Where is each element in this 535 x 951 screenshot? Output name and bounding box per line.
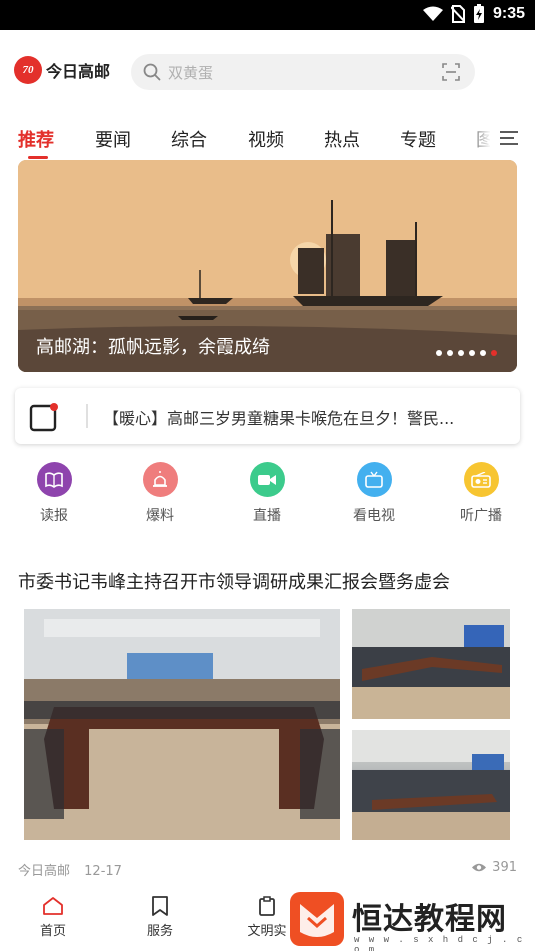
notice-text[interactable]: 【暖心】高邮三岁男童糖果卡喉危在旦夕！警民... <box>103 405 508 429</box>
notice-divider <box>86 404 88 428</box>
quick-entry-live[interactable]: 直播 <box>227 462 307 525</box>
article-meta: 今日高邮 12-17 <box>18 860 132 879</box>
no-sim-icon <box>450 5 465 23</box>
status-bar: 9:35 <box>0 0 535 30</box>
article-photo-secondary[interactable] <box>352 609 510 719</box>
book-icon <box>36 462 72 497</box>
siren-icon <box>142 462 178 497</box>
logo-mark-icon: 70 <box>14 56 42 84</box>
carousel-dot[interactable] <box>447 350 453 356</box>
app-logo[interactable]: 70 今日高邮 <box>14 56 110 84</box>
tabs-fade <box>463 122 491 158</box>
clipboard-icon <box>259 896 275 916</box>
tab-recommend[interactable]: 推荐 <box>18 126 54 152</box>
carousel-dot[interactable] <box>458 350 464 356</box>
eye-icon <box>472 863 487 872</box>
article-views: 391 <box>471 860 517 875</box>
bookmark-icon <box>152 896 168 916</box>
quick-entry-read-paper[interactable]: 读报 <box>14 462 94 525</box>
article-title[interactable]: 市委书记韦峰主持召开市领导调研成果汇报会暨务虚会 <box>18 568 450 594</box>
search-bar[interactable]: 双黄蛋 <box>131 54 475 90</box>
watermark-text: 恒达教程网 <box>352 902 507 937</box>
article-photo-main[interactable] <box>24 609 340 840</box>
channel-tabs: 推荐 要闻 综合 视频 热点 专题 图 <box>0 122 535 162</box>
active-tab-indicator <box>28 156 48 159</box>
carousel-dot-active[interactable] <box>491 350 497 356</box>
radio-icon <box>463 462 499 497</box>
article-source: 今日高邮 <box>18 864 71 879</box>
carousel-dot[interactable] <box>436 350 442 356</box>
watermark: 恒达教程网 w w w . s x h d c j . c o m <box>288 888 535 951</box>
tab-video[interactable]: 视频 <box>248 126 284 152</box>
quick-entry-label: 直播 <box>253 508 281 524</box>
search-icon <box>143 63 161 81</box>
tab-general[interactable]: 综合 <box>171 126 207 152</box>
quick-entry-label: 看电视 <box>353 508 395 524</box>
nav-label: 服务 <box>146 924 173 939</box>
quick-entries: 读报 爆料 直播 看电视 听广播 <box>0 462 535 526</box>
tab-topics[interactable]: 专题 <box>400 126 436 152</box>
watermark-logo-icon <box>290 892 344 946</box>
tab-headlines[interactable]: 要闻 <box>95 126 131 152</box>
quick-entry-report[interactable]: 爆料 <box>120 462 200 525</box>
quick-entry-label: 爆料 <box>146 508 174 524</box>
nav-home[interactable]: 首页 <box>18 896 88 939</box>
scan-icon[interactable] <box>442 63 460 81</box>
carousel-dot[interactable] <box>480 350 486 356</box>
view-count: 391 <box>492 860 517 875</box>
notice-icon <box>29 403 58 432</box>
news-ticker[interactable]: 【暖心】高邮三岁男童糖果卡喉危在旦夕！警民... <box>15 388 520 444</box>
quick-entry-label: 读报 <box>40 508 68 524</box>
home-icon <box>43 897 63 915</box>
article-photo-tertiary[interactable] <box>352 730 510 840</box>
video-camera-icon <box>249 462 285 497</box>
nav-label: 文明实 <box>247 924 287 939</box>
nav-label: 首页 <box>39 924 66 939</box>
wifi-icon <box>422 6 443 21</box>
carousel-dot[interactable] <box>469 350 475 356</box>
tab-hot[interactable]: 热点 <box>324 126 360 152</box>
quick-entry-label: 听广播 <box>460 508 502 524</box>
article-date: 12-17 <box>84 864 122 879</box>
app-header: 70 今日高邮 双黄蛋 <box>0 52 535 92</box>
quick-entry-radio[interactable]: 听广播 <box>441 462 521 525</box>
logo-text: 今日高邮 <box>46 62 111 81</box>
nav-service[interactable]: 服务 <box>125 896 195 939</box>
watermark-url: w w w . s x h d c j . c o m <box>354 935 525 951</box>
banner-carousel[interactable]: 高邮湖：孤帆远影，余霞成绮 <box>18 160 517 372</box>
quick-entry-tv[interactable]: 看电视 <box>334 462 414 525</box>
tv-icon <box>356 462 392 497</box>
channel-menu-icon[interactable] <box>498 129 520 147</box>
clock: 9:35 <box>492 5 525 22</box>
banner-caption: 高邮湖：孤帆远影，余霞成绮 <box>36 337 270 358</box>
carousel-indicators <box>436 350 497 356</box>
search-placeholder: 双黄蛋 <box>168 64 214 82</box>
battery-charging-icon <box>473 4 484 23</box>
